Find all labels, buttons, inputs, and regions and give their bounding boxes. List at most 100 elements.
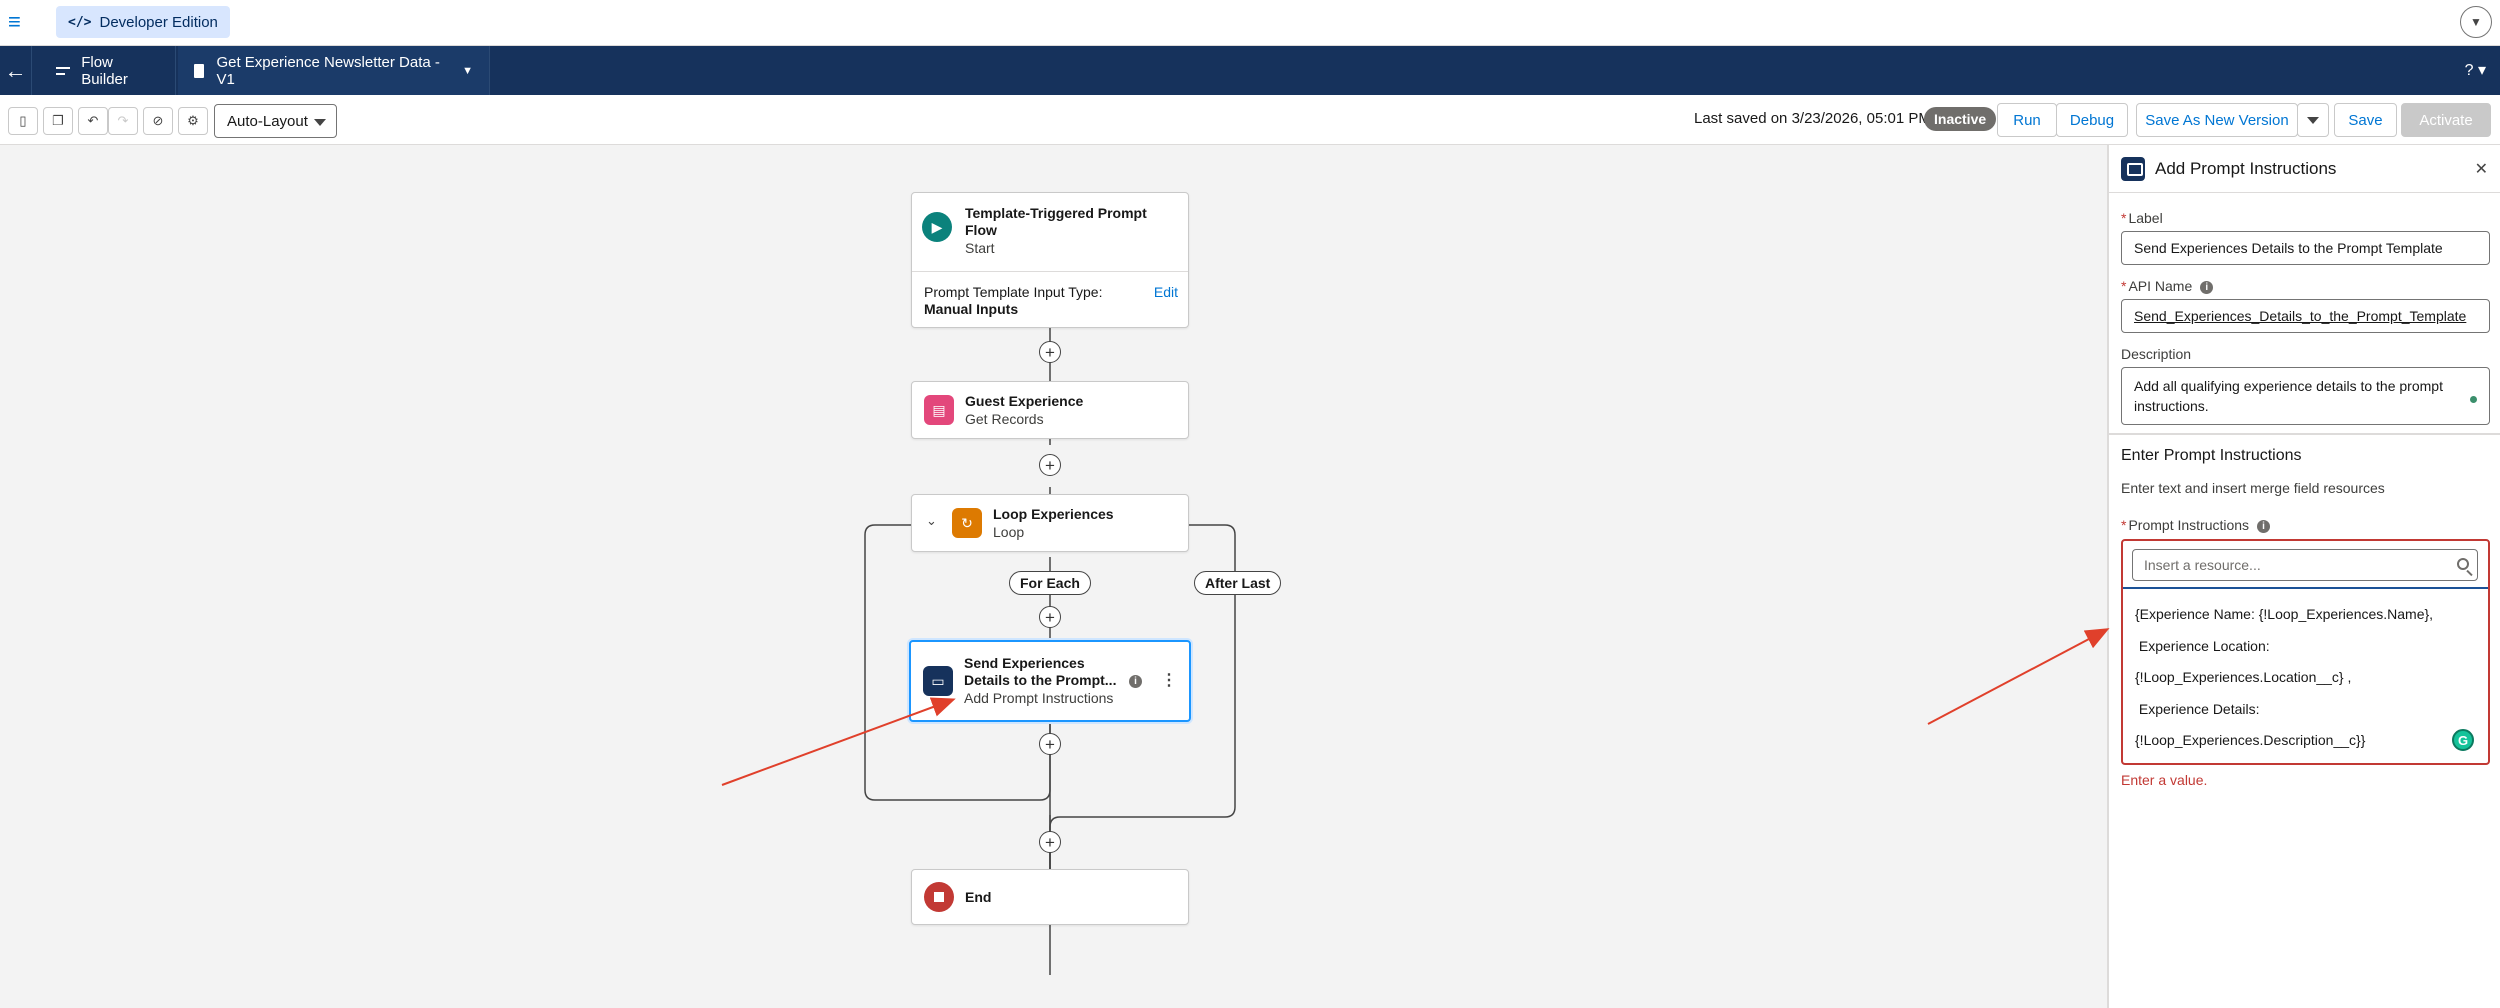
layout-select[interactable]: Auto-Layout [214,104,337,138]
input-type-value: Manual Inputs [924,301,1019,317]
add-element-button[interactable]: + [1039,341,1061,363]
section-divider [2109,433,2500,435]
prompt-instructions-text[interactable]: {Experience Name: {!Loop_Experiences.Nam… [2123,587,2488,763]
api-name-field-label: * API Name i [2121,278,2214,294]
help-menu[interactable]: ? ▾ [2465,60,2486,80]
input-type-label: Prompt Template Input Type: [924,284,1103,300]
flow-builder-app-name: Flow Builder [40,46,176,95]
guest-experience-node[interactable]: ▤ Guest Experience Get Records [911,381,1189,439]
caret-down-icon [2307,116,2319,124]
copy-button[interactable]: ❐ [43,107,73,135]
flow-toolbar: ▯ ❐ ↶ ↷ ⊘ ⚙ Auto-Layout Last saved on 3/… [0,95,2500,145]
last-saved-text: Last saved on 3/23/2026, 05:01 PM [1694,110,1931,127]
caret-down-icon [314,119,326,126]
add-element-button[interactable]: + [1039,733,1061,755]
flow-canvas[interactable]: ▶ Template-Triggered Prompt Flow Start P… [0,145,2107,1008]
add-element-button[interactable]: + [1039,831,1061,853]
instruction-line: {!Loop_Experiences.Description__c}} [2135,732,2366,748]
start-node-subtitle: Start [965,240,995,256]
search-icon [2457,558,2469,570]
document-icon [194,63,205,78]
flow-name-label: Get Experience Newsletter Data - V1 [216,53,440,88]
label-input[interactable]: Send Experiences Details to the Prompt T… [2121,231,2490,265]
prompt-instructions-editor[interactable]: Insert a resource... {Experience Name: {… [2121,539,2490,765]
app-name-label: Flow Builder [81,53,128,88]
panel-header: Add Prompt Instructions ✕ [2109,145,2500,193]
get-records-icon: ▤ [924,395,954,425]
properties-panel: Add Prompt Instructions ✕ * Label Send Ex… [2107,145,2500,1008]
flow-icon [56,64,71,78]
copy-icon: ❐ [52,113,64,128]
description-field-label: Description [2121,346,2192,362]
start-node-title: Template-Triggered Prompt Flow [965,205,1147,238]
stop-icon [924,882,954,912]
redo-button[interactable]: ↷ [108,107,138,135]
edit-link[interactable]: Edit [1154,284,1178,300]
prompt-section-title: Enter Prompt Instructions [2121,447,2302,464]
status-badge: Inactive [1924,107,1997,131]
debug-button[interactable]: Debug [2056,103,2128,137]
panel-title: Add Prompt Instructions [2155,158,2337,178]
ban-icon: ⊘ [152,113,164,128]
save-options-button[interactable] [2297,103,2329,137]
loop-experiences-node[interactable]: ⌄ ↻ Loop Experiences Loop [911,494,1189,552]
add-element-button[interactable]: + [1039,454,1061,476]
toggle-panel-button[interactable]: ▯ [8,107,38,135]
instruction-line: Experience Location: [2135,637,2270,654]
back-arrow-icon[interactable]: ← [0,46,32,95]
after-last-label: After Last [1194,571,1282,595]
prompt-node-subtitle: Add Prompt Instructions [964,690,1114,706]
get-records-title: Guest Experience [965,393,1084,409]
add-element-button[interactable]: + [1039,606,1061,628]
gear-icon: ⚙ [187,113,199,128]
prompt-section-helper: Enter text and insert merge field resour… [2121,480,2385,496]
flow-builder-header: ← Flow Builder Get Experience Newsletter… [0,46,2500,95]
developer-edition-badge[interactable]: </> Developer Edition [56,6,230,38]
grammarly-icon[interactable]: G [2452,729,2474,751]
info-icon[interactable]: i [2200,281,2214,294]
description-textarea[interactable]: Add all qualifying experience details to… [2121,367,2490,425]
api-name-input[interactable]: Send_Experiences_Details_to_the_Prompt_T… [2121,299,2490,333]
label-field-label: * Label [2121,210,2163,226]
play-icon: ▶ [922,212,952,242]
chevron-down-icon[interactable]: ▼ [2460,6,2492,38]
start-node[interactable]: ▶ Template-Triggered Prompt Flow Start P… [911,192,1189,328]
instruction-line: {!Loop_Experiences.Location__c} , [2135,669,2352,685]
instruction-line: Experience Details: [2135,700,2260,717]
end-node[interactable]: End [911,869,1189,925]
loop-subtitle: Loop [993,524,1025,540]
info-icon[interactable]: i [1129,675,1142,688]
save-as-new-version-button[interactable]: Save As New Version [2136,103,2298,137]
undo-icon: ↶ [87,113,99,128]
save-button[interactable]: Save [2334,103,2397,137]
close-icon[interactable]: ✕ [2475,159,2488,179]
chevron-down-icon: ▼ [462,64,473,77]
prompt-node-title-line2: Details to the Prompt... [964,672,1117,688]
flow-name-menu[interactable]: Get Experience Newsletter Data - V1 ▼ [178,46,490,95]
prompt-instructions-icon: ▭ [923,666,953,696]
prompt-instructions-label: * Prompt Instructions i [2121,517,2271,533]
layout-select-value: Auto-Layout [227,112,308,130]
resource-search-input[interactable]: Insert a resource... [2132,549,2478,581]
error-message: Enter a value. [2121,772,2208,788]
errors-button[interactable]: ⊘ [143,107,173,135]
send-experiences-node[interactable]: ▭ Send Experiences Details to the Prompt… [909,640,1191,722]
end-title: End [965,889,992,905]
more-actions-icon[interactable]: ⋮ [1161,670,1177,690]
instruction-line: {Experience Name: {!Loop_Experiences.Nam… [2135,606,2434,622]
app-launcher-icon[interactable]: ≡ [8,11,26,33]
prompt-node-title-line1: Send Experiences [964,655,1085,671]
loop-title: Loop Experiences [993,506,1114,522]
run-button[interactable]: Run [1997,103,2057,137]
developer-edition-label: Developer Edition [99,13,218,31]
undo-button[interactable]: ↶ [78,107,108,135]
activate-button[interactable]: Activate [2401,103,2491,137]
resource-search-placeholder: Insert a resource... [2144,557,2261,573]
chevron-down-icon[interactable]: ⌄ [926,513,937,529]
info-icon[interactable]: i [2257,520,2271,533]
prompt-instructions-icon [2121,156,2145,181]
description-value: Add all qualifying experience details to… [2134,378,2443,414]
settings-button[interactable]: ⚙ [178,107,208,135]
panel-icon: ▯ [19,113,27,128]
get-records-subtitle: Get Records [965,411,1044,427]
